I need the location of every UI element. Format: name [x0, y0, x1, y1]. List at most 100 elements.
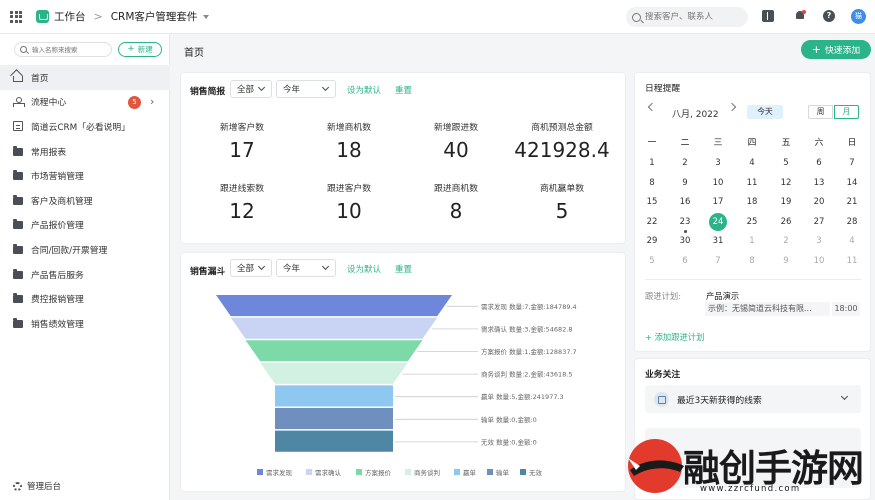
calendar-day[interactable]: 1 [740, 232, 764, 250]
bell-icon[interactable] [794, 10, 806, 22]
calendar-day[interactable]: 16 [673, 193, 697, 211]
legend-label[interactable]: 需求确认 [315, 468, 342, 477]
calendar-day[interactable]: 8 [640, 174, 664, 192]
funnel-segment[interactable] [245, 340, 423, 362]
calendar-day[interactable]: 2 [673, 154, 697, 172]
calendar-day[interactable]: 26 [774, 213, 798, 231]
legend-label[interactable]: 赢单 [463, 468, 477, 477]
calendar-day[interactable]: 10 [807, 252, 831, 270]
calendar-day[interactable]: 10 [706, 174, 730, 192]
sidebar-item-contracts[interactable]: 合同/回款/开票管理 [0, 237, 170, 262]
calendar-day[interactable]: 4 [740, 154, 764, 172]
quick-add-button[interactable]: + 快速添加 [801, 40, 871, 59]
business-focus-item[interactable]: 最近3天新获得的线索 [645, 385, 861, 413]
week-view-button[interactable]: 周 [808, 105, 833, 119]
calendar-day[interactable]: 3 [807, 232, 831, 250]
calendar-day[interactable]: 12 [774, 174, 798, 192]
funnel-segment[interactable] [260, 362, 408, 384]
calendar-day[interactable]: 7 [840, 154, 864, 172]
workbench-link[interactable]: 工作台 [36, 9, 86, 24]
calendar-day[interactable]: 17 [706, 193, 730, 211]
calendar-day[interactable]: 4 [840, 232, 864, 250]
set-default-link[interactable]: 设为默认 [347, 84, 381, 96]
legend-label[interactable]: 商务谈判 [414, 468, 440, 477]
calendar-day[interactable]: 6 [673, 252, 697, 270]
admin-link[interactable]: 管理后台 [13, 480, 61, 492]
legend-swatch[interactable] [487, 469, 493, 475]
legend-label[interactable]: 输单 [496, 468, 510, 477]
calendar-day[interactable]: 23 [673, 213, 697, 233]
calendar-day[interactable]: 31 [706, 232, 730, 250]
calendar-day[interactable]: 9 [774, 252, 798, 270]
calendar-day[interactable]: 5 [774, 154, 798, 172]
chevron-right-icon[interactable]: › [150, 95, 154, 108]
calendar-day[interactable]: 8 [740, 252, 764, 270]
calendar-day[interactable]: 30 [673, 232, 697, 250]
global-search[interactable] [626, 7, 748, 27]
funnel-segment[interactable] [275, 430, 393, 452]
sidebar-search[interactable] [14, 42, 112, 57]
funnel-segment[interactable] [275, 385, 393, 407]
legend-swatch[interactable] [454, 469, 460, 475]
calendar-day[interactable]: 22 [640, 213, 664, 231]
funnel-segment[interactable] [230, 317, 438, 339]
reset-link[interactable]: 重置 [395, 263, 412, 275]
month-view-button[interactable]: 月 [834, 105, 859, 119]
today-button[interactable]: 今天 [747, 105, 783, 119]
legend-swatch[interactable] [520, 469, 526, 475]
calendar-day[interactable]: 19 [774, 193, 798, 211]
sales-brief-scope-select[interactable]: 全部 [230, 80, 272, 98]
calendar-day[interactable]: 20 [807, 193, 831, 211]
legend-label[interactable]: 无效 [529, 468, 543, 477]
calendar-day[interactable]: 13 [807, 174, 831, 192]
sidebar-search-input[interactable] [32, 45, 110, 54]
calendar-day[interactable]: 14 [840, 174, 864, 192]
calendar-day[interactable]: 25 [740, 213, 764, 231]
chevron-down-icon[interactable] [203, 14, 210, 19]
funnel-segment[interactable] [275, 408, 393, 430]
calendar-day[interactable]: 7 [706, 252, 730, 270]
calendar-day[interactable]: 18 [740, 193, 764, 211]
sidebar-item-home[interactable]: 首页 [0, 65, 170, 90]
calendar-day[interactable]: 2 [774, 232, 798, 250]
global-search-input[interactable] [645, 12, 741, 22]
reset-link[interactable]: 重置 [395, 84, 412, 96]
sidebar-item-quotes[interactable]: 产品报价管理 [0, 213, 170, 238]
calendar-day[interactable]: 9 [673, 174, 697, 192]
calendar-day[interactable]: 3 [706, 154, 730, 172]
calendar-day[interactable]: 15 [640, 193, 664, 211]
sidebar-item-marketing[interactable]: 市场营销管理 [0, 163, 170, 188]
follow-plan-item[interactable]: 示例：无锡简道云科技有限... [705, 302, 830, 316]
app-grid-icon[interactable] [10, 10, 22, 23]
legend-label[interactable]: 需求发现 [266, 468, 293, 477]
calendar-day[interactable]: 11 [740, 174, 764, 192]
calendar-day[interactable]: 5 [640, 252, 664, 270]
collapse-sidebar-icon[interactable]: « [166, 9, 172, 20]
avatar[interactable]: 猫 [851, 9, 866, 24]
new-button[interactable]: + 新建 [118, 42, 162, 57]
add-follow-plan-link[interactable]: + 添加跟进计划 [645, 331, 704, 343]
funnel-period-select[interactable]: 今年 [276, 259, 336, 277]
calendar-day[interactable]: 1 [640, 154, 664, 172]
calendar-day[interactable]: 28 [840, 213, 864, 231]
sidebar-item-reports[interactable]: 常用报表 [0, 139, 170, 164]
calendar-day[interactable]: 6 [807, 154, 831, 172]
help-icon[interactable]: ? [823, 10, 835, 22]
set-default-link[interactable]: 设为默认 [347, 263, 381, 275]
legend-swatch[interactable] [257, 469, 263, 475]
sidebar-item-after-sales[interactable]: 产品售后服务 [0, 262, 170, 287]
sidebar-item-performance[interactable]: 销售绩效管理 [0, 311, 170, 336]
sidebar-item-customers[interactable]: 客户及商机管理 [0, 188, 170, 213]
calendar-day[interactable]: 27 [807, 213, 831, 231]
sidebar-item-expenses[interactable]: 费控报销管理 [0, 286, 170, 311]
sidebar-item-crm-guide[interactable]: 简道云CRM「必看说明」 [0, 114, 170, 139]
calendar-day[interactable]: 21 [840, 193, 864, 211]
legend-swatch[interactable] [405, 469, 411, 475]
calendar-day[interactable]: 29 [640, 232, 664, 250]
legend-label[interactable]: 方案报价 [365, 468, 392, 477]
sidebar-item-flow-center[interactable]: 流程中心 5 › [0, 90, 170, 115]
sales-brief-period-select[interactable]: 今年 [276, 80, 336, 98]
calendar-day-today[interactable]: 24 [706, 212, 730, 231]
legend-swatch[interactable] [306, 469, 312, 475]
legend-swatch[interactable] [356, 469, 362, 475]
